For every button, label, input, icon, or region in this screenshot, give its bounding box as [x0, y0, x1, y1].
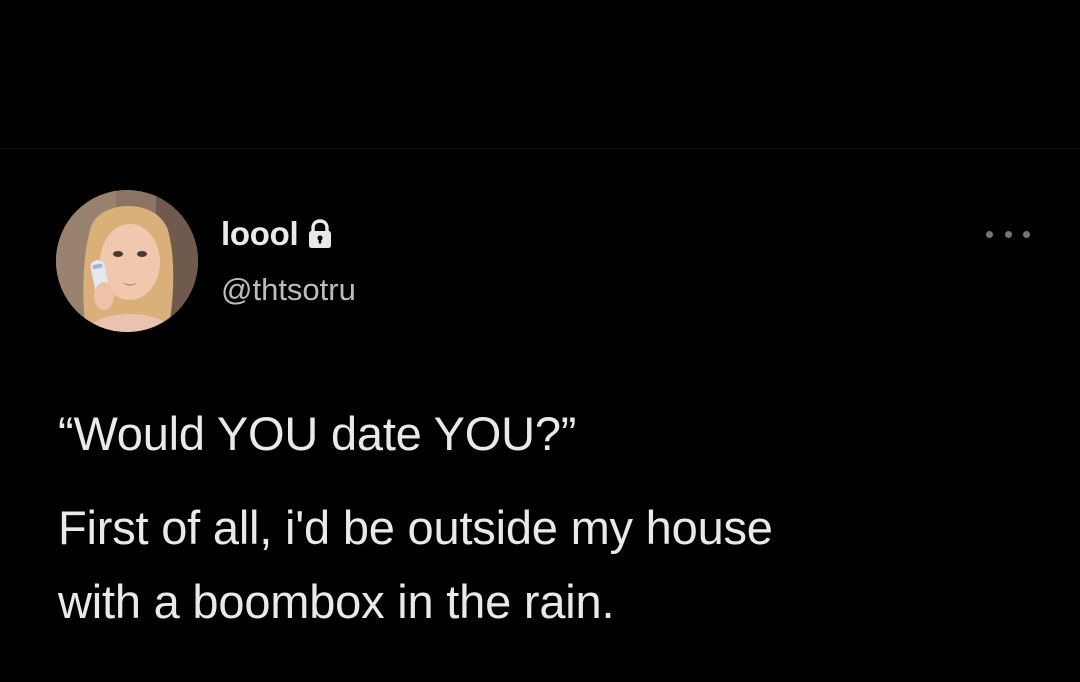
author-name-row[interactable]: loool: [221, 214, 334, 254]
more-dot: [1023, 230, 1030, 238]
tweet-card: loool @thtsotru “Would YOU date YOU?” Fi…: [0, 0, 1080, 682]
user-handle[interactable]: @thtsotru: [221, 270, 356, 310]
more-dot: [986, 230, 993, 238]
tweet-quote-line: “Would YOU date YOU?”: [58, 407, 577, 460]
tweet-text: “Would YOU date YOU?” First of all, i'd …: [58, 397, 1048, 639]
tweet-body-line-1: First of all, i'd be outside my house: [58, 501, 773, 554]
display-name[interactable]: loool: [221, 214, 299, 254]
lock-icon: [306, 218, 334, 250]
more-options-icon[interactable]: [986, 222, 1030, 246]
avatar[interactable]: [56, 190, 198, 332]
more-dot: [1004, 230, 1012, 238]
tweet-body-line-2: with a boombox in the rain.: [58, 575, 615, 628]
